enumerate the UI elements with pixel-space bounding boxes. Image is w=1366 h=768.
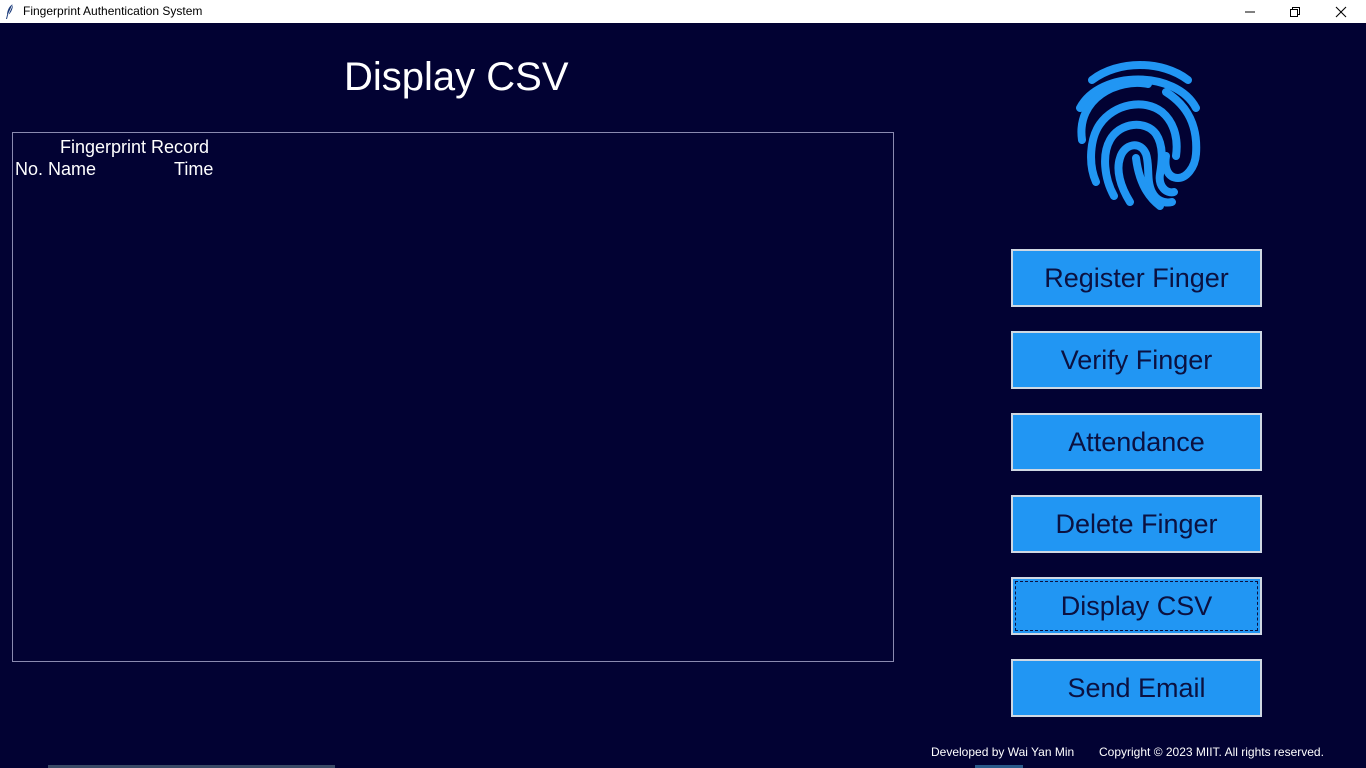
display-csv-label: Display CSV: [1060, 590, 1213, 621]
restore-icon: [1290, 6, 1300, 17]
page-title: Display CSV: [344, 55, 569, 99]
send-email-label: Send Email: [1067, 672, 1206, 703]
fingerprint-icon: [1076, 61, 1201, 210]
column-header-no: No.: [15, 159, 44, 179]
minimize-icon: [1245, 11, 1255, 12]
display-csv-button[interactable]: Display CSV: [1011, 577, 1262, 635]
register-finger-button[interactable]: Register Finger: [1011, 249, 1262, 307]
column-header-name: Name: [48, 159, 97, 179]
register-finger-label: Register Finger: [1044, 262, 1229, 293]
window-titlebar: Fingerprint Authentication System: [0, 0, 1366, 23]
attendance-label: Attendance: [1068, 426, 1205, 457]
verify-finger-label: Verify Finger: [1060, 344, 1213, 375]
verify-finger-button[interactable]: Verify Finger: [1011, 331, 1262, 389]
send-email-button[interactable]: Send Email: [1011, 659, 1262, 717]
column-header-time: Time: [174, 159, 214, 179]
attendance-button[interactable]: Attendance: [1011, 413, 1262, 471]
delete-finger-label: Delete Finger: [1055, 508, 1218, 539]
restore-button[interactable]: [1272, 0, 1318, 23]
close-button[interactable]: [1318, 0, 1364, 23]
developer-credit: Developed by Wai Yan Min: [931, 745, 1075, 759]
feather-icon: [6, 3, 14, 19]
delete-finger-button[interactable]: Delete Finger: [1011, 495, 1262, 553]
copyright-notice: Copyright © 2023 MIIT. All rights reserv…: [1099, 745, 1324, 759]
close-icon: [1335, 6, 1347, 17]
fingerprint-record-panel[interactable]: Fingerprint Record No. Name Time: [12, 132, 894, 662]
record-title: Fingerprint Record: [60, 137, 210, 157]
minimize-button[interactable]: [1227, 0, 1273, 23]
window-title: Fingerprint Authentication System: [23, 4, 203, 18]
